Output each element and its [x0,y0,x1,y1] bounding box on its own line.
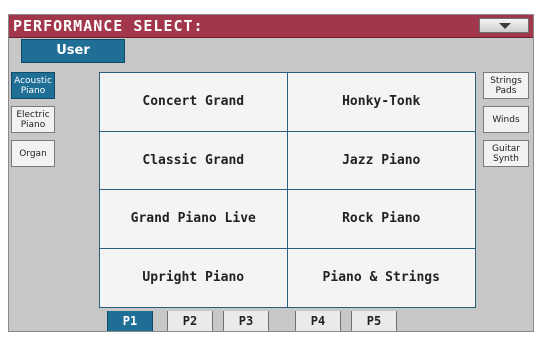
dropdown-triangle-icon [499,23,511,29]
tab-page-p5[interactable]: P5 [351,311,397,331]
page-title: PERFORMANCE SELECT: [13,17,204,35]
page-menu-button[interactable] [479,18,529,33]
tab-user[interactable]: User [21,39,125,63]
category-acoustic-piano-button[interactable]: Acoustic Piano [11,72,55,99]
performance-rock-piano[interactable]: Rock Piano [287,190,475,249]
tab-page-p3[interactable]: P3 [223,311,269,331]
performance-upright-piano[interactable]: Upright Piano [100,248,288,307]
performance-concert-grand[interactable]: Concert Grand [100,73,288,132]
performance-honky-tonk[interactable]: Honky-Tonk [287,73,475,132]
category-organ-button[interactable]: Organ [11,140,55,167]
performance-grid: Concert Grand Honky-Tonk Classic Grand J… [99,72,476,308]
title-bar: PERFORMANCE SELECT: [9,15,533,38]
tab-page-p2[interactable]: P2 [167,311,213,331]
performance-jazz-piano[interactable]: Jazz Piano [287,131,475,190]
performance-grand-piano-live[interactable]: Grand Piano Live [100,190,288,249]
category-electric-piano-button[interactable]: Electric Piano [11,106,55,133]
tab-page-p1[interactable]: P1 [107,311,153,331]
performance-piano-strings[interactable]: Piano & Strings [287,248,475,307]
performance-select-screen: PERFORMANCE SELECT: User Acoustic Piano … [8,14,534,332]
category-winds-button[interactable]: Winds [483,106,529,133]
category-guitar-synth-button[interactable]: Guitar Synth [483,140,529,167]
category-strings-pads-button[interactable]: Strings Pads [483,72,529,99]
performance-classic-grand[interactable]: Classic Grand [100,131,288,190]
tab-page-p4[interactable]: P4 [295,311,341,331]
